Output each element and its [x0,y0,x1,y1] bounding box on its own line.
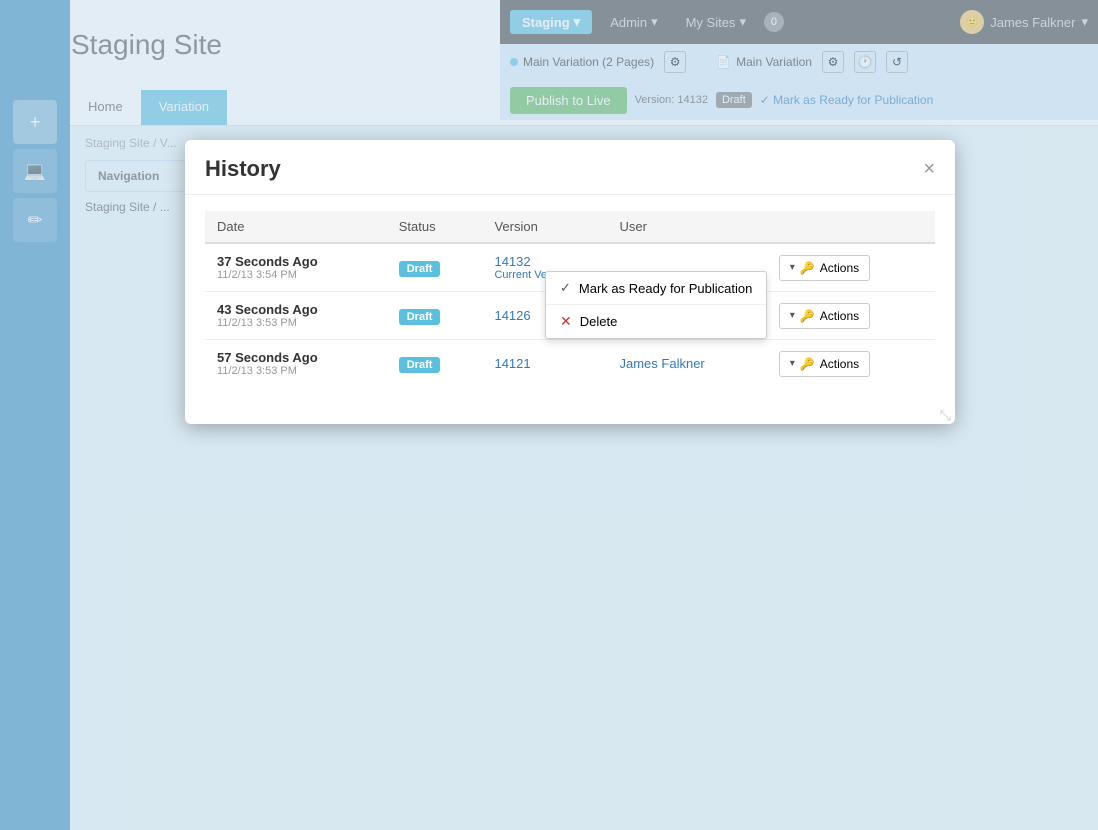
delete-item[interactable]: ✕ Delete [546,305,766,338]
version-1[interactable]: 14132 [494,254,595,269]
modal-close-button[interactable]: × [923,158,935,181]
actions-button-1[interactable]: ▾ 🔑 Actions [779,255,870,281]
date-main-2: 43 Seconds Ago [217,302,375,317]
mark-ready-label: Mark as Ready for Publication [579,281,752,296]
actions-dropdown-menu: ✓ Mark as Ready for Publication ✕ Delete [545,271,767,339]
key-icon-1: 🔑 [800,261,815,275]
col-version: Version [482,211,607,243]
version-3[interactable]: 14121 [494,356,530,371]
version-2[interactable]: 14126 [494,308,530,323]
date-main-3: 57 Seconds Ago [217,350,375,365]
delete-icon: ✕ [560,313,572,330]
modal-footer: ⤡ [185,403,955,424]
caret-icon-3: ▾ [790,358,795,369]
status-badge-2: Draft [399,309,441,325]
caret-icon-1: ▾ [790,262,795,273]
modal-title: History [205,156,281,182]
date-sub-1: 11/2/13 3:54 PM [217,269,375,281]
date-sub-3: 11/2/13 3:53 PM [217,365,375,377]
resize-handle[interactable]: ⤡ [940,407,951,424]
col-user: User [608,211,767,243]
delete-label: Delete [580,314,618,329]
mark-ready-item[interactable]: ✓ Mark as Ready for Publication [546,272,766,304]
actions-label-3: Actions [820,357,859,371]
user-3[interactable]: James Falkner [620,356,705,371]
table-row: 57 Seconds Ago 11/2/13 3:53 PM Draft 141… [205,340,935,388]
actions-button-2[interactable]: ▾ 🔑 Actions [779,303,870,329]
actions-label-1: Actions [820,261,859,275]
col-status: Status [387,211,483,243]
check-icon: ✓ [560,280,571,296]
status-badge-3: Draft [399,357,441,373]
key-icon-2: 🔑 [800,309,815,323]
col-actions [767,211,935,243]
caret-icon-2: ▾ [790,310,795,321]
actions-label-2: Actions [820,309,859,323]
status-badge-1: Draft [399,261,441,277]
modal-header: History × [185,140,955,195]
date-sub-2: 11/2/13 3:53 PM [217,317,375,329]
key-icon-3: 🔑 [800,357,815,371]
col-date: Date [205,211,387,243]
date-main-1: 37 Seconds Ago [217,254,375,269]
actions-button-3[interactable]: ▾ 🔑 Actions [779,351,870,377]
